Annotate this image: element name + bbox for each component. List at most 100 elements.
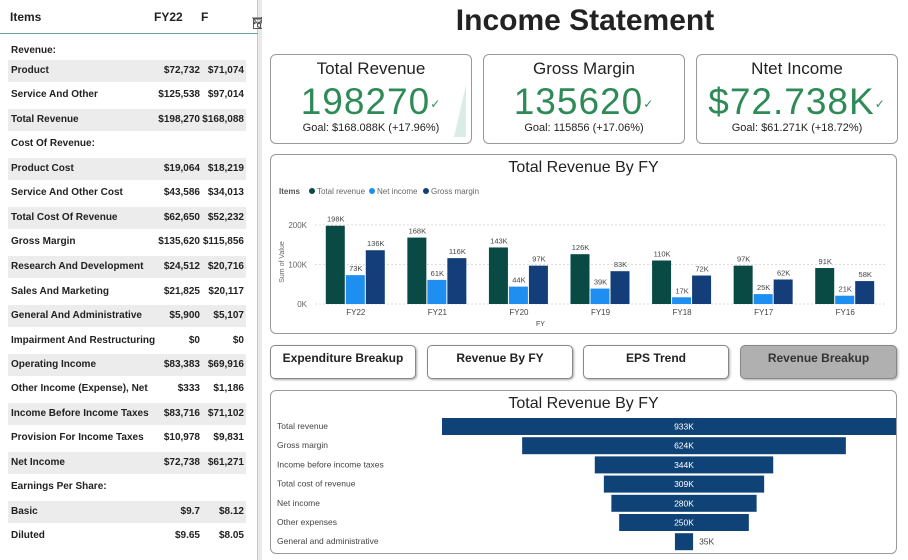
chart-bar [528,265,548,304]
table-row[interactable]: Other Income (Expense), Net $333 $1,186 [8,378,246,400]
kpi-goal: Goal: $168.088K (+17.96%) [302,122,440,134]
chart-bar [325,225,345,304]
table-row[interactable]: General And Administrative $5,900 $5,107 [8,305,246,327]
x-tick-label: FY20 [509,308,529,317]
data-label: 110K [654,250,671,259]
column-header-items[interactable]: Items [10,10,41,24]
checkmark-icon: ✓ [430,97,442,112]
row-value-fy21: $9,831 [213,432,244,443]
trend-sparkline-icon [454,85,466,137]
row-value-fy22: $83,383 [163,359,200,370]
legend-marker [309,188,315,194]
page-title: Income Statement [455,4,715,37]
row-label: Service And Other Cost [11,187,123,198]
data-label: 61K [431,269,444,278]
row-value-fy22: $24,512 [163,261,200,272]
table-row[interactable]: Total Revenue $198,270 $168,088 [8,109,246,131]
row-value-fy21: $52,232 [207,212,244,223]
chart-bar [672,297,692,304]
legend-item: Total revenue [317,187,366,196]
row-value-fy21: $168,088 [202,114,244,125]
row-value-fy21: $5,107 [213,310,244,321]
data-label: 168K [409,227,427,236]
table-row[interactable]: Research And Development $24,512 $20,716 [8,256,246,278]
table-row[interactable]: Cost Of Revenue: [8,133,246,155]
funnel-category-label: General and administrative [277,536,379,546]
row-label: Product Cost [11,163,74,174]
legend-marker [423,188,429,194]
row-label: Sales And Marketing [11,286,109,297]
table-row[interactable]: Revenue: [8,40,246,62]
row-value-fy21: $115,856 [202,236,244,247]
table-row[interactable]: Basic $9.7 $8.12 [8,501,246,523]
y-axis-label: Sum of Value [279,241,286,283]
x-tick-label: FY16 [836,308,856,317]
x-tick-label: FY19 [591,308,611,317]
kpi-card-net-income[interactable]: Ntet Income $72.738K✓ Goal: $61.271K (+1… [696,54,898,144]
row-value-fy22: $9.7 [180,506,200,517]
revenue-column-chart[interactable]: Total Revenue By FY Items Total revenue Ne… [270,154,897,334]
table-row[interactable]: Service And Other $125,538 $97,014 [8,84,246,106]
row-value-fy22: $72,732 [163,65,200,76]
table-row[interactable]: Product Cost $19,064 $18,219 [8,158,246,180]
kpi-title: Gross Margin [532,59,636,78]
row-label: Revenue: [11,45,57,56]
chart-bar [610,271,630,304]
eps-trend-button[interactable]: EPS Trend [583,345,729,379]
table-row[interactable]: Gross Margin $135,620 $115,856 [8,231,246,253]
data-label: 83K [614,260,627,269]
data-label: 44K [512,276,525,285]
row-value-fy21: $18,219 [207,163,244,174]
chart-bar [488,247,508,304]
funnel-value-label: 250K [674,518,694,528]
data-label: 97K [532,255,545,264]
table-row[interactable]: Impairment And Restructuring $0 $0 [8,330,246,352]
funnel-value-label: 280K [674,498,694,508]
kpi-value: $72.738K✓ [708,81,886,122]
table-row[interactable]: Sales And Marketing $21,825 $20,117 [8,281,246,303]
row-value-fy22: $19,064 [163,163,200,174]
revenue-breakup-button[interactable]: Revenue Breakup [740,345,897,379]
table-row[interactable]: Total Cost Of Revenue $62,650 $52,232 [8,207,246,229]
row-label: Cost Of Revenue: [11,138,95,149]
column-header-fy22[interactable]: FY22 [154,10,183,24]
table-row[interactable]: Product $72,732 $71,074 [8,60,246,82]
table-row[interactable]: Operating Income $83,383 $69,916 [8,354,246,376]
row-value-fy21: $8.12 [218,506,244,517]
revenue-by-fy-button[interactable]: Revenue By FY [427,345,573,379]
table-row[interactable]: Diluted $9.65 $8.05 [8,525,246,547]
revenue-funnel-chart[interactable]: Total Revenue By FY Total revenue 933K Gro… [270,390,897,554]
data-label: 143K [490,236,508,245]
funnel-category-label: Other expenses [277,517,337,527]
row-value-fy22: $135,620 [158,236,200,247]
table-row[interactable]: Earnings Per Share: [8,476,246,498]
table-row[interactable]: Income Before Income Taxes $83,716 $71,102 [8,403,246,425]
row-label: Income Before Income Taxes [11,408,149,419]
funnel-category-label: Total cost of revenue [277,479,356,489]
table-row[interactable]: Net Income $72,738 $61,271 [8,452,246,474]
chart-bar [345,275,365,304]
row-label: Service And Other [11,89,98,100]
data-label: 198K [327,215,345,224]
row-label: Diluted [11,530,45,541]
expenditure-breakup-button[interactable]: Expenditure Breakup [270,345,416,379]
table-row[interactable]: Provision For Income Taxes $10,978 $9,831 [8,427,246,449]
table-row[interactable]: Service And Other Cost $43,586 $34,013 [8,182,246,204]
legend-item: Gross margin [431,187,479,196]
kpi-card-gross-margin[interactable]: Gross Margin 135620✓ Goal: 115856 (+17.0… [483,54,685,144]
funnel-value-label: 309K [674,479,694,489]
y-tick-label: 0K [297,300,307,309]
row-value-fy21: $61,271 [207,457,244,468]
kpi-value: 135620✓ [513,81,655,122]
funnel-value-label: 624K [674,441,694,451]
row-value-fy22: $9.65 [174,530,200,541]
data-label: 91K [819,257,832,266]
kpi-card-total-revenue[interactable]: Total Revenue 198270✓ Goal: $168.088K (+… [270,54,472,144]
chart-bar [773,279,793,304]
row-label: Total Revenue [11,114,79,125]
row-label: Other Income (Expense), Net [11,383,148,394]
row-label: Impairment And Restructuring [11,335,156,346]
column-header-fy21[interactable]: F [201,10,208,24]
funnel-value-label: 344K [674,460,694,470]
chart-bar [590,288,610,304]
